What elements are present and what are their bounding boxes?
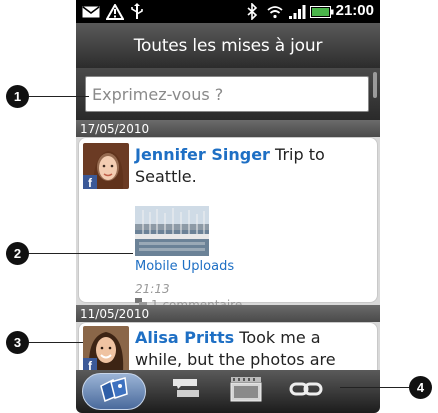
author-name[interactable]: Jennifer Singer	[135, 145, 270, 164]
status-bar: 21:00	[76, 0, 380, 23]
date-header: 11/05/2010	[76, 305, 380, 322]
photo-thumbnail[interactable]	[135, 206, 209, 256]
callout-leader	[29, 253, 133, 254]
date-header: 17/05/2010	[76, 120, 380, 137]
wifi-icon	[266, 3, 284, 20]
signal-icon	[288, 3, 306, 20]
page-title: Toutes les mises à jour	[76, 23, 380, 68]
author-name[interactable]: Alisa Pritts	[135, 328, 234, 347]
post-time: 21:13	[135, 282, 170, 296]
composer-bar: Exprimez-vous ?	[76, 68, 380, 120]
status-update-input[interactable]: Exprimez-vous ?	[85, 76, 369, 112]
clock: 21:00	[335, 2, 374, 19]
callout-4: 4	[409, 376, 432, 399]
warning-icon	[106, 3, 124, 20]
album-link[interactable]: Mobile Uploads	[135, 259, 234, 274]
callout-leader	[29, 342, 83, 343]
callout-leader	[340, 387, 409, 388]
bluetooth-icon	[246, 3, 258, 20]
feed-item[interactable]: f Jennifer Singer Trip to Seattle. Mobil…	[78, 137, 378, 312]
post-text: Alisa Pritts Took me a while, but the ph…	[135, 327, 371, 371]
callout-2: 2	[6, 242, 29, 265]
message-icon	[82, 3, 100, 20]
bottom-toolbar	[76, 370, 380, 413]
scrollbar[interactable]	[373, 72, 377, 98]
screenshot-stage: 21:00 Toutes les mises à jour Exprimez-v…	[0, 0, 438, 413]
facebook-icon: f	[83, 175, 97, 189]
battery-icon	[310, 3, 334, 20]
photos-tab-icon	[229, 375, 263, 408]
callout-3: 3	[6, 331, 29, 354]
callout-1: 1	[6, 85, 29, 108]
usb-icon	[130, 3, 144, 20]
links-tab[interactable]	[284, 373, 328, 410]
updates-tab-icon	[97, 376, 131, 407]
photos-tab[interactable]	[224, 373, 268, 410]
callout-leader	[29, 96, 89, 97]
messages-tab-icon	[171, 376, 201, 407]
links-tab-icon	[289, 380, 323, 403]
post-text: Jennifer Singer Trip to Seattle.	[135, 144, 371, 188]
messages-tab[interactable]	[164, 373, 208, 410]
phone-screen: 21:00 Toutes les mises à jour Exprimez-v…	[76, 0, 380, 413]
updates-tab[interactable]	[82, 373, 146, 410]
